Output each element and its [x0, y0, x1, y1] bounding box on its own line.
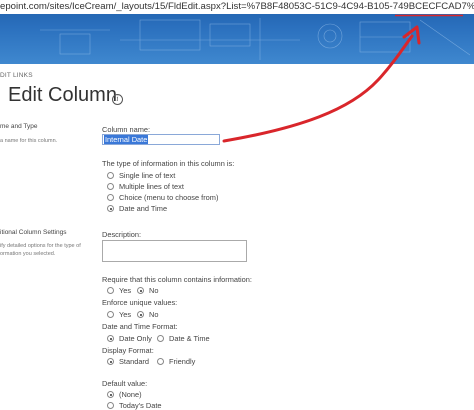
- annotation-arrow: [222, 34, 414, 143]
- annotation-overlay: [222, 14, 463, 143]
